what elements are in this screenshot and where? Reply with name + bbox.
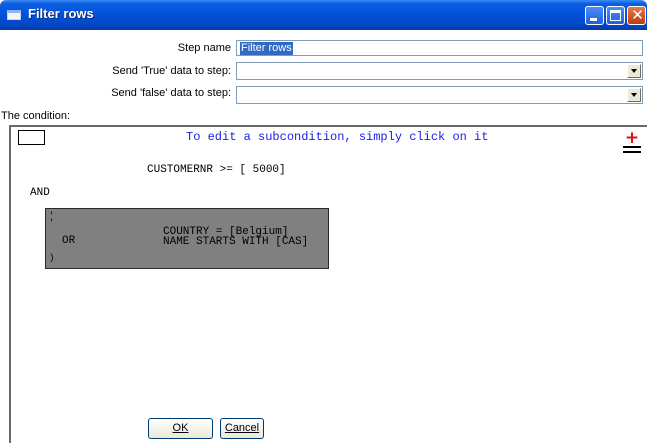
close-icon: ✕ <box>631 6 644 24</box>
edit-hint: To edit a subcondition, simply click on … <box>186 130 489 144</box>
ok-label: OK <box>172 422 189 434</box>
minimize-icon <box>590 18 597 21</box>
plus-icon: + <box>624 128 640 148</box>
cancel-label: Cancel <box>224 422 260 434</box>
true-step-select[interactable] <box>236 62 643 80</box>
equals-bar-top <box>623 146 641 148</box>
true-step-label: Send 'True' data to step: <box>112 65 231 77</box>
cancel-button[interactable]: Cancel <box>220 418 264 439</box>
condition-label: The condition: <box>1 110 71 122</box>
minimize-button[interactable] <box>585 6 604 25</box>
button-bar <box>9 408 647 443</box>
close-button[interactable]: ✕ <box>627 6 646 25</box>
step-name-input[interactable]: Filter rows <box>236 40 643 56</box>
operator-or: OR <box>62 235 76 247</box>
step-name-value: Filter rows <box>240 42 293 55</box>
maximize-button[interactable] <box>606 6 625 25</box>
dropdown-arrow-icon[interactable] <box>627 88 641 102</box>
condition-first[interactable]: CUSTOMERNR >= [ 5000] <box>147 164 286 176</box>
window-title: Filter rows <box>28 6 94 21</box>
ok-button[interactable]: OK <box>148 418 213 439</box>
title-bar[interactable]: Filter rows ✕ <box>0 0 647 30</box>
false-step-select[interactable] <box>236 86 643 104</box>
maximize-icon <box>610 10 621 21</box>
step-name-label: Step name <box>177 42 231 54</box>
dropdown-arrow-icon[interactable] <box>627 64 641 78</box>
subcondition-name: NAME STARTS WITH [CAS] <box>163 236 309 248</box>
subcondition-mark: ' <box>49 218 55 228</box>
add-condition-icon[interactable]: + <box>621 128 643 155</box>
subcondition-mark: ) <box>49 253 55 263</box>
condition-editor[interactable]: To edit a subcondition, simply click on … <box>9 125 647 408</box>
window-icon <box>7 10 21 20</box>
equals-bar-bottom <box>623 151 641 153</box>
negate-toggle[interactable] <box>18 130 45 145</box>
operator-and[interactable]: AND <box>30 187 50 199</box>
false-step-label: Send 'false' data to step: <box>111 87 231 99</box>
subcondition-box[interactable]: ' ' OR ) COUNTRY = [Belgium] NAME STARTS… <box>45 208 329 269</box>
